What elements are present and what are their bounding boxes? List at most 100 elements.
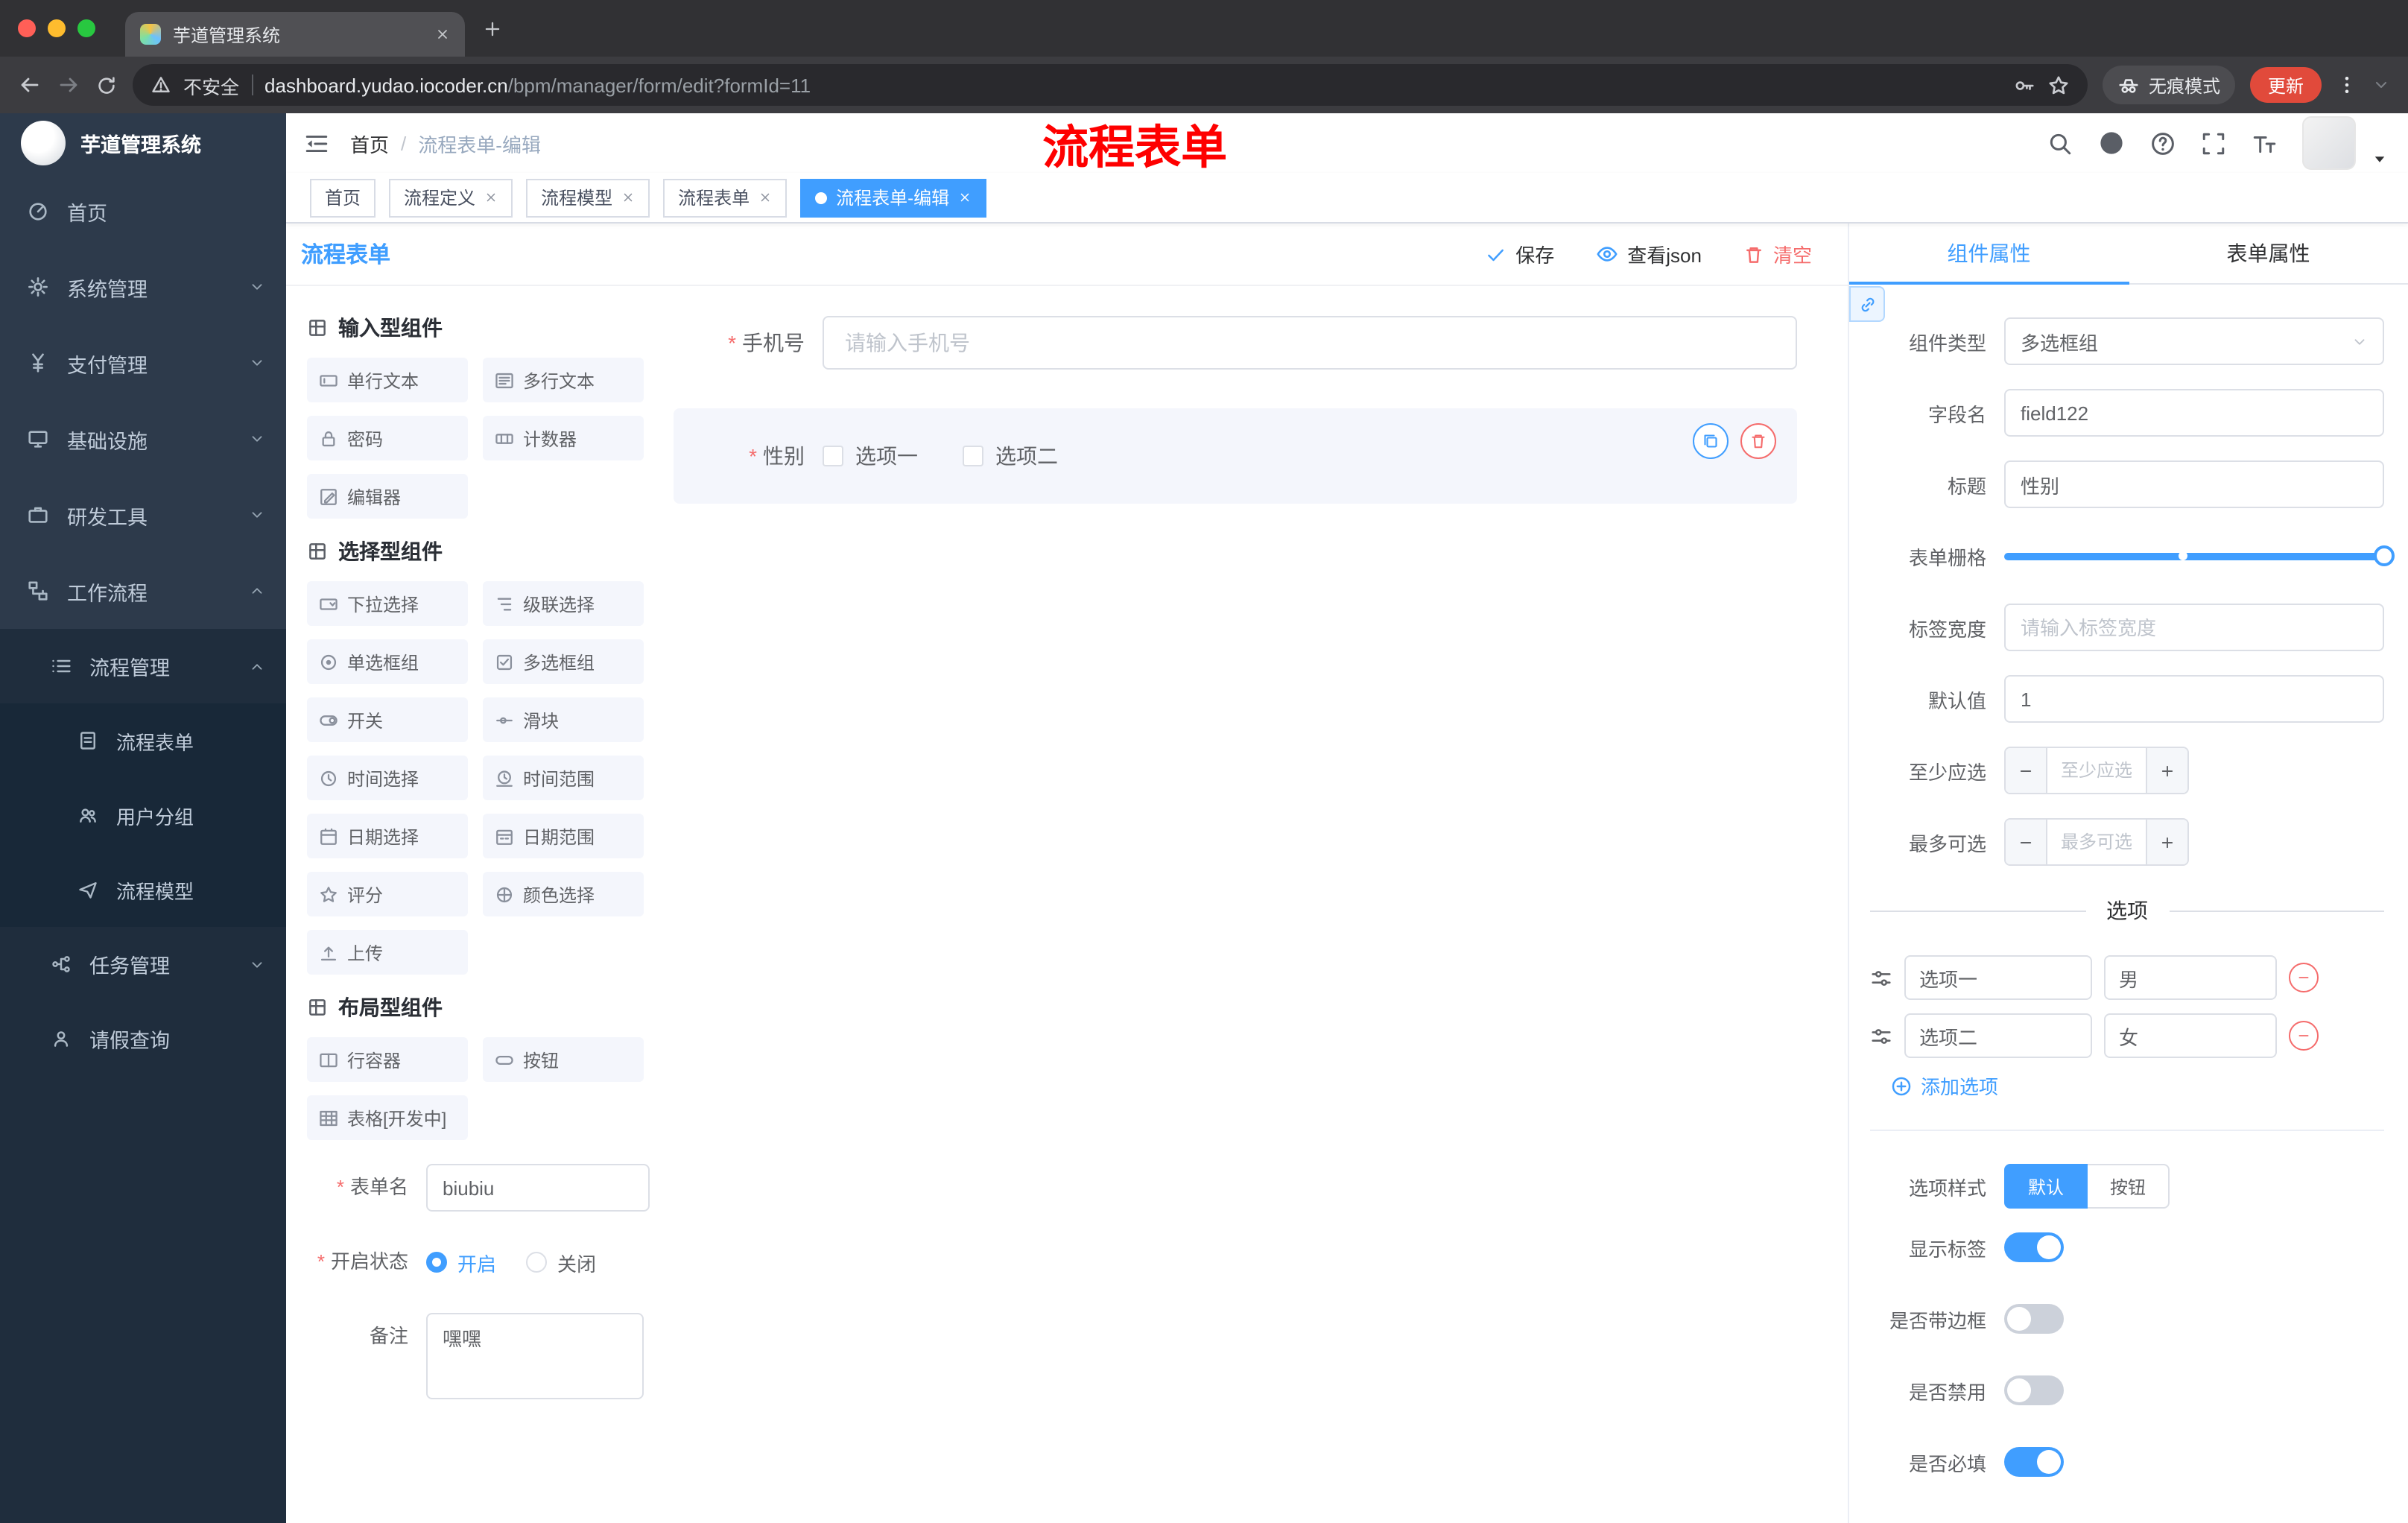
remove-option-button[interactable] — [2289, 963, 2319, 992]
palette-item[interactable]: 下拉选择 — [307, 581, 468, 626]
tag-close-icon[interactable] — [621, 191, 635, 204]
sidebar-item-process-model[interactable]: 流程模型 — [0, 852, 286, 927]
palette-item[interactable]: 级联选择 — [483, 581, 644, 626]
remark-textarea[interactable]: 嘿嘿 — [426, 1313, 644, 1399]
close-window-button[interactable] — [18, 19, 36, 37]
reload-icon[interactable] — [95, 74, 118, 96]
add-option-button[interactable]: 添加选项 — [1891, 1071, 2384, 1100]
style-default-button[interactable]: 默认 — [2004, 1164, 2088, 1209]
palette-item[interactable]: 时间选择 — [307, 756, 468, 800]
sidebar-item-payment[interactable]: 支付管理 — [0, 325, 286, 401]
option-value-input[interactable] — [2104, 955, 2277, 1000]
tag-process-model[interactable]: 流程模型 — [526, 178, 650, 217]
option-label-input[interactable] — [1904, 955, 2092, 1000]
tag-process-form-edit[interactable]: 流程表单-编辑 — [800, 178, 987, 217]
view-json-button[interactable]: 查看json — [1596, 240, 1702, 268]
avatar-caret-icon[interactable] — [2372, 152, 2387, 167]
style-button-button[interactable]: 按钮 — [2088, 1164, 2170, 1209]
tag-process-form[interactable]: 流程表单 — [663, 178, 788, 217]
palette-item[interactable]: 日期选择 — [307, 814, 468, 858]
tab-component-properties[interactable]: 组件属性 — [1849, 224, 2129, 285]
palette-item[interactable]: 计数器 — [483, 416, 644, 460]
font-size-icon[interactable] — [2252, 130, 2277, 156]
palette-item[interactable]: 密码 — [307, 416, 468, 460]
decrease-button[interactable] — [2006, 748, 2047, 793]
palette-item[interactable]: 单选框组 — [307, 639, 468, 684]
tag-close-icon[interactable] — [758, 191, 772, 204]
palette-item[interactable]: 表格[开发中] — [307, 1095, 468, 1140]
minimize-window-button[interactable] — [48, 19, 66, 37]
copy-component-button[interactable] — [1693, 423, 1729, 459]
show-label-toggle[interactable] — [2004, 1232, 2064, 1262]
max-select-input[interactable] — [2047, 820, 2146, 864]
save-button[interactable]: 保存 — [1486, 240, 1554, 268]
palette-item[interactable]: 编辑器 — [307, 474, 468, 519]
forward-icon[interactable] — [57, 73, 80, 97]
option-value-input[interactable] — [2104, 1013, 2277, 1058]
sidebar-item-home[interactable]: 首页 — [0, 173, 286, 249]
url-field[interactable]: 不安全 dashboard.yudao.iocoder.cn/bpm/manag… — [133, 64, 2088, 106]
palette-item[interactable]: 滑块 — [483, 697, 644, 742]
tag-close-icon[interactable] — [958, 191, 972, 204]
palette-item[interactable]: 评分 — [307, 872, 468, 916]
slider-handle[interactable] — [2374, 545, 2395, 566]
phone-input[interactable] — [823, 316, 1797, 370]
security-warning-icon[interactable] — [150, 75, 171, 95]
palette-item[interactable]: 单行文本 — [307, 358, 468, 402]
label-width-input[interactable] — [2004, 604, 2384, 651]
border-toggle[interactable] — [2004, 1304, 2064, 1334]
search-icon[interactable] — [2047, 130, 2073, 156]
link-drawer-button[interactable] — [1849, 286, 1885, 322]
remove-option-button[interactable] — [2289, 1021, 2319, 1051]
palette-item[interactable]: 日期范围 — [483, 814, 644, 858]
decrease-button[interactable] — [2006, 820, 2047, 864]
min-select-input[interactable] — [2047, 748, 2146, 793]
palette-item[interactable]: 多选框组 — [483, 639, 644, 684]
sidebar-item-system[interactable]: 系统管理 — [0, 249, 286, 325]
bookmark-star-icon[interactable] — [2047, 74, 2070, 96]
palette-item[interactable]: 上传 — [307, 930, 468, 975]
sidebar-item-task-management[interactable]: 任务管理 — [0, 927, 286, 1001]
selected-component-gender[interactable]: 性别 选项一 选项二 — [674, 408, 1797, 504]
tab-form-properties[interactable]: 表单属性 — [2129, 224, 2408, 283]
toolbar-chevron-icon[interactable] — [2372, 76, 2390, 94]
sidebar-item-workflow[interactable]: 工作流程 — [0, 553, 286, 629]
palette-item[interactable]: 多行文本 — [483, 358, 644, 402]
new-tab-button[interactable] — [483, 19, 502, 38]
field-name-input[interactable] — [2004, 389, 2384, 437]
gender-option1-checkbox[interactable]: 选项一 — [823, 441, 918, 471]
breadcrumb-home-link[interactable]: 首页 — [350, 129, 389, 157]
drag-handle-icon[interactable] — [1870, 966, 1892, 989]
browser-tab[interactable]: 芋道管理系统 — [125, 12, 465, 57]
increase-button[interactable] — [2146, 748, 2187, 793]
tag-home[interactable]: 首页 — [310, 178, 376, 217]
palette-item[interactable]: 开关 — [307, 697, 468, 742]
tab-close-icon[interactable] — [435, 27, 450, 42]
disabled-toggle[interactable] — [2004, 1375, 2064, 1405]
sidebar-toggle-icon[interactable] — [304, 130, 329, 156]
palette-item[interactable]: 行容器 — [307, 1037, 468, 1082]
status-on-radio[interactable]: 开启 — [426, 1248, 496, 1276]
form-name-input[interactable] — [426, 1164, 650, 1212]
help-icon[interactable] — [2150, 130, 2176, 156]
clear-button[interactable]: 清空 — [1743, 240, 1812, 268]
required-toggle[interactable] — [2004, 1447, 2064, 1477]
browser-menu-icon[interactable] — [2336, 75, 2357, 95]
palette-item[interactable]: 颜色选择 — [483, 872, 644, 916]
component-type-select[interactable]: 多选框组 — [2004, 317, 2384, 365]
option-label-input[interactable] — [1904, 1013, 2092, 1058]
drag-handle-icon[interactable] — [1870, 1025, 1892, 1047]
sidebar-item-devtools[interactable]: 研发工具 — [0, 477, 286, 553]
fullscreen-icon[interactable] — [2201, 130, 2226, 156]
sidebar-item-leave-query[interactable]: 请假查询 — [0, 1001, 286, 1076]
title-input[interactable] — [2004, 460, 2384, 508]
status-off-radio[interactable]: 关闭 — [526, 1248, 596, 1276]
github-icon[interactable] — [2098, 130, 2125, 156]
avatar[interactable] — [2302, 116, 2356, 170]
sidebar-item-infrastructure[interactable]: 基础设施 — [0, 401, 286, 477]
sidebar-item-process-management[interactable]: 流程管理 — [0, 629, 286, 703]
update-button[interactable]: 更新 — [2249, 67, 2322, 103]
palette-item[interactable]: 时间范围 — [483, 756, 644, 800]
tag-process-definition[interactable]: 流程定义 — [389, 178, 513, 217]
increase-button[interactable] — [2146, 820, 2187, 864]
